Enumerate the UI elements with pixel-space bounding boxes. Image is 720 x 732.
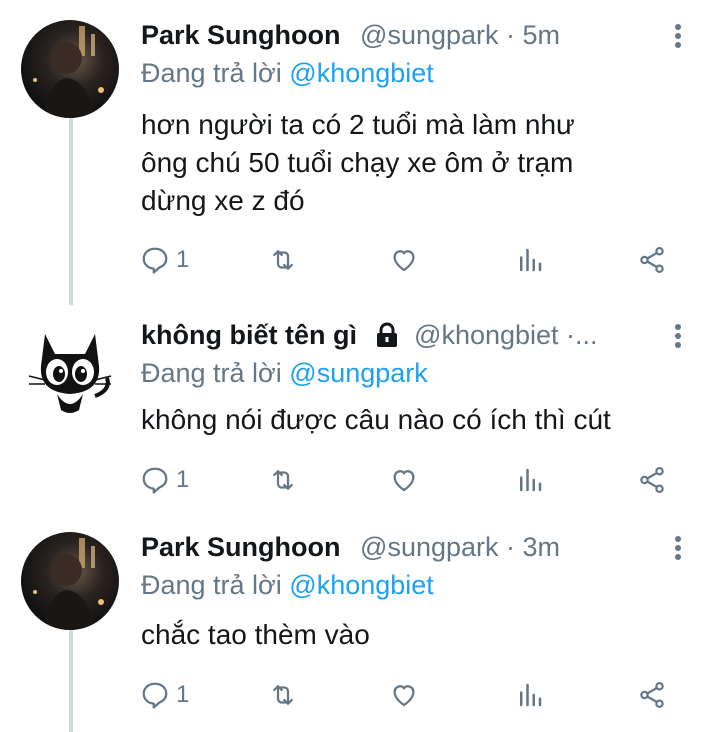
tweet-actions: 1: [140, 678, 680, 712]
tweet-line: ông chú 50 tuổi chạy xe ôm ở trạm: [141, 147, 574, 178]
tweet-actions: 1: [140, 463, 680, 497]
analytics-button[interactable]: [515, 463, 545, 497]
reply-to-link[interactable]: @khongbiet: [289, 570, 434, 600]
analytics-icon: [520, 248, 542, 272]
tweet-line: hơn người ta có 2 tuổi mà làm như: [141, 109, 575, 140]
tweet[interactable]: không biết tên gì @khongbiet ·... Đang t…: [0, 300, 720, 520]
tweet-text: không nói được câu nào có ích thì cút: [141, 401, 611, 439]
tweet-header: không biết tên gì @khongbiet ·...: [141, 318, 598, 356]
reply-button[interactable]: 1: [140, 678, 189, 712]
more-options-button[interactable]: [671, 536, 685, 566]
display-name[interactable]: Park Sunghoon: [141, 20, 341, 50]
reply-button[interactable]: 1: [140, 463, 189, 497]
handle-time: @sungpark · 5m: [360, 20, 561, 50]
heart-icon: [393, 685, 415, 707]
tweet[interactable]: Park Sunghoon @sungpark · 5m Đang trả lờ…: [0, 0, 720, 300]
tweet-header: Park Sunghoon @sungpark · 5m: [141, 18, 560, 52]
retweet-button[interactable]: [268, 678, 298, 712]
tweet-line: dừng xe z đó: [141, 185, 305, 216]
reply-count: 1: [176, 681, 190, 708]
heart-icon: [393, 250, 415, 272]
tweet-actions: 1: [140, 243, 680, 277]
analytics-icon: [520, 468, 542, 492]
like-button[interactable]: [389, 463, 419, 497]
analytics-button[interactable]: [515, 678, 545, 712]
avatar[interactable]: [21, 20, 119, 118]
tweet-text: hơn người ta có 2 tuổi mà làm như ông ch…: [141, 106, 575, 220]
share-icon: [640, 247, 664, 273]
share-button[interactable]: [637, 243, 667, 277]
share-button[interactable]: [637, 678, 667, 712]
share-icon: [640, 682, 664, 708]
retweet-button[interactable]: [268, 243, 298, 277]
reply-icon: [142, 467, 168, 494]
like-button[interactable]: [389, 243, 419, 277]
reply-icon: [142, 682, 168, 709]
like-button[interactable]: [389, 678, 419, 712]
reply-button[interactable]: 1: [140, 243, 189, 277]
handle-time: @sungpark · 3m: [360, 532, 561, 562]
analytics-icon: [520, 683, 542, 707]
avatar[interactable]: [21, 318, 119, 416]
reply-count: 1: [176, 246, 190, 273]
avatar[interactable]: [21, 532, 119, 630]
retweet-icon: [273, 685, 293, 705]
retweet-icon: [273, 250, 293, 270]
more-options-button[interactable]: [671, 24, 685, 54]
reply-to-link[interactable]: @sungpark: [289, 358, 427, 388]
heart-icon: [393, 470, 415, 492]
more-options-button[interactable]: [671, 324, 685, 354]
reply-prefix: Đang trả lời: [141, 358, 282, 388]
reply-count: 1: [176, 466, 190, 493]
handle-time: @khongbiet ·...: [414, 320, 598, 350]
share-icon: [640, 467, 664, 493]
retweet-icon: [273, 470, 293, 490]
display-name[interactable]: Park Sunghoon: [141, 532, 341, 562]
retweet-button[interactable]: [268, 463, 298, 497]
tweet-text: chắc tao thèm vào: [141, 616, 370, 654]
replying-to: Đang trả lời @khongbiet: [141, 568, 434, 602]
reply-prefix: Đang trả lời: [141, 570, 282, 600]
tweet-line: không nói được câu nào có ích thì cút: [141, 404, 611, 435]
display-name[interactable]: không biết tên gì: [141, 320, 357, 350]
tweet-header: Park Sunghoon @sungpark · 3m: [141, 530, 560, 564]
share-button[interactable]: [637, 463, 667, 497]
replying-to: Đang trả lời @sungpark: [141, 356, 428, 390]
reply-icon: [142, 247, 168, 274]
lock-icon: [375, 322, 399, 356]
tweet[interactable]: Park Sunghoon @sungpark · 3m Đang trả lờ…: [0, 512, 720, 732]
tweet-line: chắc tao thèm vào: [141, 619, 370, 650]
reply-to-link[interactable]: @khongbiet: [289, 58, 434, 88]
reply-prefix: Đang trả lời: [141, 58, 282, 88]
replying-to: Đang trả lời @khongbiet: [141, 56, 434, 90]
analytics-button[interactable]: [515, 243, 545, 277]
